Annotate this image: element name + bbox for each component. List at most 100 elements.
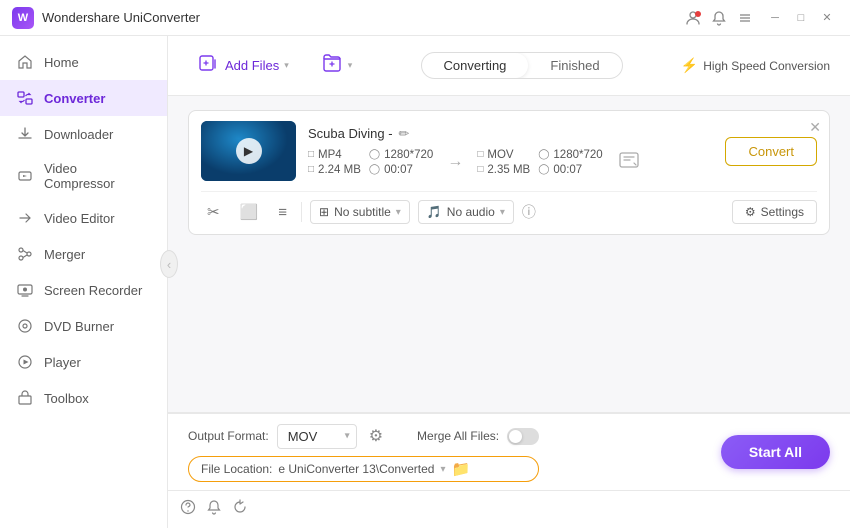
bottom-bar-left: Output Format: MOV MP4 AVI MKV ⚙ bbox=[188, 422, 539, 482]
tab-converting[interactable]: Converting bbox=[422, 53, 529, 78]
target-meta2: ◯ 1280*720 ◯ 00:07 bbox=[538, 149, 602, 176]
sidebar-item-label: Player bbox=[44, 355, 81, 370]
cut-button[interactable]: ✂ bbox=[201, 200, 226, 224]
refresh-icon[interactable] bbox=[232, 499, 248, 520]
close-card-button[interactable]: ✕ bbox=[809, 119, 821, 136]
dvd-burner-icon bbox=[16, 317, 34, 335]
target-size-icon: □ bbox=[477, 164, 483, 175]
collapse-arrow-icon: ‹ bbox=[167, 257, 171, 272]
toolbar: Add Files ▾ ▾ Converting Finished ⚡ High… bbox=[168, 36, 850, 96]
bottom-left-icons bbox=[168, 490, 850, 528]
tab-finished[interactable]: Finished bbox=[528, 53, 621, 78]
sidebar-item-dvd-burner[interactable]: DVD Burner bbox=[0, 308, 167, 344]
source-resolution-item: ◯ 1280*720 bbox=[369, 149, 433, 161]
add-files-button[interactable]: Add Files ▾ bbox=[188, 46, 299, 85]
output-format-group: Output Format: MOV MP4 AVI MKV ⚙ bbox=[188, 422, 387, 450]
sidebar-item-video-editor[interactable]: Video Editor bbox=[0, 200, 167, 236]
subtitle-select[interactable]: ⊞ No subtitle ▾ bbox=[310, 200, 410, 224]
sidebar-item-screen-recorder[interactable]: Screen Recorder bbox=[0, 272, 167, 308]
downloader-icon bbox=[16, 125, 34, 143]
maximize-button[interactable]: □ bbox=[790, 7, 812, 29]
location-dropdown-icon[interactable]: ▾ bbox=[440, 464, 445, 475]
tab-group: Converting Finished bbox=[421, 52, 623, 79]
target-resolution-item: ◯ 1280*720 bbox=[538, 149, 602, 161]
sidebar-item-player[interactable]: Player bbox=[0, 344, 167, 380]
sidebar-collapse-button[interactable]: ‹ bbox=[160, 250, 178, 278]
help-icon[interactable] bbox=[180, 499, 196, 520]
target-format: MOV bbox=[487, 149, 513, 161]
player-icon bbox=[16, 353, 34, 371]
convert-actions: Convert bbox=[725, 137, 817, 166]
subtitle-dropdown-icon: ▾ bbox=[396, 207, 401, 218]
format-select-wrap: MOV MP4 AVI MKV bbox=[277, 424, 357, 449]
toolbox-icon bbox=[16, 389, 34, 407]
info-button[interactable]: ⓘ bbox=[522, 202, 536, 222]
sidebar-item-toolbox[interactable]: Toolbox bbox=[0, 380, 167, 416]
subtitle-icon: ⊞ bbox=[319, 205, 329, 219]
arrow-icon: → bbox=[439, 153, 471, 171]
close-button[interactable]: ✕ bbox=[816, 7, 838, 29]
merge-files-toggle[interactable] bbox=[507, 428, 539, 445]
sidebar-item-home[interactable]: Home bbox=[0, 44, 167, 80]
sidebar-item-label: Video Compressor bbox=[44, 161, 151, 191]
merge-files-label: Merge All Files: bbox=[417, 429, 499, 443]
menu-icon[interactable] bbox=[736, 9, 754, 27]
sidebar-item-converter[interactable]: Converter bbox=[0, 80, 167, 116]
notification-icon[interactable] bbox=[206, 499, 222, 520]
target-meta: □ MOV □ 2.35 MB bbox=[477, 149, 530, 176]
audio-value: No audio bbox=[447, 205, 495, 219]
play-button[interactable]: ▶ bbox=[236, 138, 262, 164]
audio-dropdown-icon: ▾ bbox=[500, 207, 505, 218]
sidebar-item-label: DVD Burner bbox=[44, 319, 114, 334]
audio-select[interactable]: 🎵 No audio ▾ bbox=[418, 200, 514, 224]
file-card-top: ▶ Scuba Diving - ✏ □ bbox=[201, 121, 817, 181]
app-title: Wondershare UniConverter bbox=[42, 10, 676, 25]
sidebar-item-video-compressor[interactable]: Video Compressor bbox=[0, 152, 167, 200]
source-format-item: □ MP4 bbox=[308, 149, 361, 161]
start-all-button[interactable]: Start All bbox=[721, 435, 830, 469]
settings-label: Settings bbox=[761, 205, 804, 219]
video-thumbnail[interactable]: ▶ bbox=[201, 121, 296, 181]
sidebar-item-merger[interactable]: Merger bbox=[0, 236, 167, 272]
titlebar: W Wondershare UniConverter ─ □ ✕ bbox=[0, 0, 850, 36]
format-settings-icon[interactable]: ⚙ bbox=[365, 422, 387, 450]
subtitle-value: No subtitle bbox=[334, 205, 391, 219]
user-icon[interactable] bbox=[684, 9, 702, 27]
minimize-button[interactable]: ─ bbox=[764, 7, 786, 29]
converter-icon bbox=[16, 89, 34, 107]
convert-gear-icon[interactable] bbox=[617, 148, 641, 177]
file-title-row: Scuba Diving - ✏ bbox=[308, 126, 713, 142]
target-file-icon: □ bbox=[477, 149, 483, 160]
effects-button[interactable]: ≡ bbox=[272, 201, 293, 224]
file-info: Scuba Diving - ✏ □ MP4 bbox=[308, 126, 713, 177]
sidebar-item-label: Toolbox bbox=[44, 391, 89, 406]
workspace: ✕ ▶ Scuba Diving - ✏ bbox=[168, 96, 850, 412]
convert-button[interactable]: Convert bbox=[725, 137, 817, 166]
target-duration-item: ◯ 00:07 bbox=[538, 164, 602, 176]
target-duration: 00:07 bbox=[553, 164, 582, 176]
sidebar-item-downloader[interactable]: Downloader bbox=[0, 116, 167, 152]
sidebar-item-label: Screen Recorder bbox=[44, 283, 142, 298]
add-folder-button[interactable]: ▾ bbox=[311, 46, 363, 85]
high-speed-conversion: ⚡ High Speed Conversion bbox=[681, 57, 830, 74]
screen-recorder-icon bbox=[16, 281, 34, 299]
format-select[interactable]: MOV MP4 AVI MKV bbox=[277, 424, 357, 449]
target-format-item: □ MOV bbox=[477, 149, 530, 161]
crop-button[interactable]: ⬜ bbox=[234, 200, 265, 224]
open-folder-icon[interactable]: 📁 bbox=[452, 460, 471, 478]
toggle-knob bbox=[509, 430, 522, 443]
source-size-item: □ 2.24 MB bbox=[308, 164, 361, 176]
bell-icon[interactable] bbox=[710, 9, 728, 27]
edit-title-icon[interactable]: ✏ bbox=[399, 126, 410, 142]
add-files-dropdown-icon[interactable]: ▾ bbox=[284, 60, 289, 71]
video-compressor-icon bbox=[16, 167, 34, 185]
main-content: Add Files ▾ ▾ Converting Finished ⚡ High… bbox=[168, 36, 850, 528]
file-card: ✕ ▶ Scuba Diving - ✏ bbox=[188, 110, 830, 235]
target-dur-icon: ◯ bbox=[538, 164, 549, 175]
sidebar-item-label: Merger bbox=[44, 247, 85, 262]
res-icon: ◯ bbox=[369, 149, 380, 160]
add-folder-dropdown-icon[interactable]: ▾ bbox=[348, 60, 353, 71]
settings-button[interactable]: ⚙ Settings bbox=[732, 200, 817, 224]
lightning-icon: ⚡ bbox=[681, 57, 698, 74]
settings-gear-icon: ⚙ bbox=[745, 205, 756, 219]
